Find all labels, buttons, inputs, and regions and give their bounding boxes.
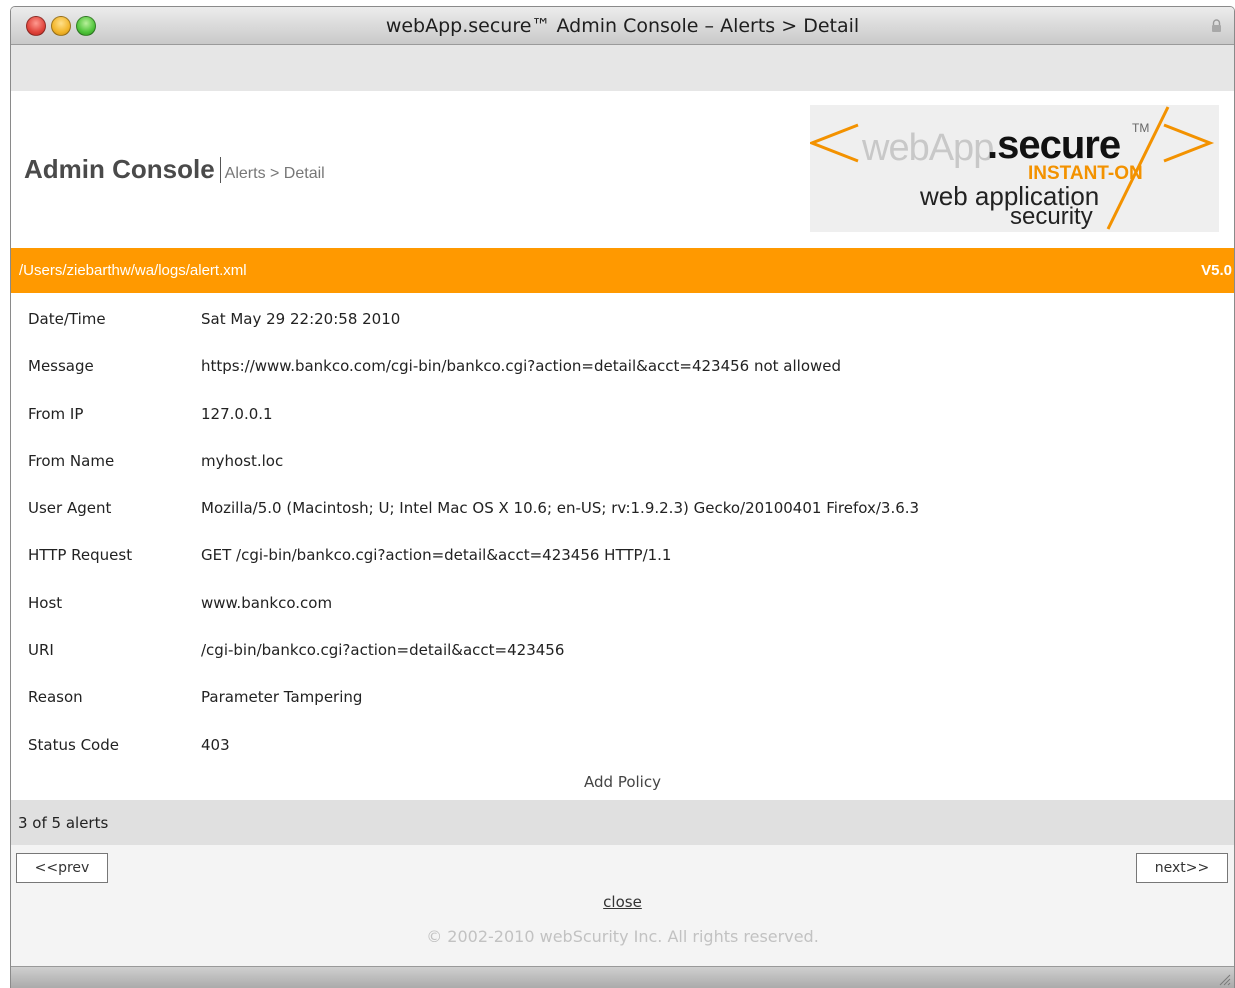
logo-tagline-2: security (1010, 203, 1093, 230)
detail-value: GET /cgi-bin/bankco.cgi?action=detail&ac… (201, 546, 672, 565)
detail-row: From IP 127.0.0.1 (11, 388, 1234, 435)
product-logo: webApp .secure TM INSTANT-ON web applica… (810, 105, 1219, 232)
prev-button[interactable]: <<prev (16, 853, 108, 883)
detail-value: Mozilla/5.0 (Macintosh; U; Intel Mac OS … (201, 499, 920, 518)
resize-grip-icon[interactable] (1217, 972, 1231, 986)
add-policy-link[interactable]: Add Policy (11, 773, 1234, 791)
next-button[interactable]: next>> (1136, 853, 1228, 883)
detail-value: /cgi-bin/bankco.cgi?action=detail&acct=4… (201, 641, 565, 660)
copyright-notice: © 2002-2010 webScurity Inc. All rights r… (426, 927, 819, 946)
close-link[interactable]: close (11, 893, 1234, 911)
detail-label: URI (28, 641, 54, 660)
detail-value: myhost.loc (201, 451, 284, 470)
detail-row: Date/Time Sat May 29 22:20:58 2010 (11, 293, 1234, 340)
detail-value: 403 (201, 735, 230, 754)
logo-trademark: TM (1132, 121, 1150, 135)
detail-row: HTTP Request GET /cgi-bin/bankco.cgi?act… (11, 529, 1234, 576)
breadcrumb: Alerts > Detail (224, 165, 325, 182)
detail-label: Date/Time (28, 310, 106, 328)
page-header: Admin Console Alerts > Detail webApp .sec… (11, 91, 1234, 248)
detail-row: Reason Parameter Tampering (11, 671, 1234, 718)
detail-label: From IP (28, 404, 84, 423)
detail-row: Message https://www.bankco.com/cgi-bin/b… (11, 340, 1234, 387)
brand-divider (219, 157, 221, 183)
detail-value: Sat May 29 22:20:58 2010 (201, 310, 401, 328)
lock-icon (1212, 19, 1221, 32)
page-title: Admin Console Alerts > Detail (24, 154, 325, 185)
detail-label: HTTP Request (28, 546, 133, 565)
logo-secure-text: .secure (987, 123, 1121, 167)
status-bar (11, 966, 1234, 988)
browser-window: webApp.secure™ Admin Console – Alerts > … (10, 6, 1235, 988)
detail-row: From Name myhost.loc (11, 435, 1234, 482)
toolbar-strip (11, 45, 1234, 91)
detail-value: https://www.bankco.com/cgi-bin/bankco.cg… (201, 357, 842, 376)
detail-label: Host (28, 593, 63, 612)
log-file-path: /Users/ziebarthw/wa/logs/alert.xml (19, 262, 247, 279)
alert-count-text: 3 of 5 alerts (18, 814, 109, 832)
detail-value: www.bankco.com (201, 593, 333, 612)
brand-label: Admin Console (24, 154, 215, 184)
window-title: webApp.secure™ Admin Console – Alerts > … (385, 15, 860, 37)
detail-label: From Name (28, 451, 115, 470)
navigation-area: <<prev next>> close © 2002-2010 webScuri… (11, 845, 1234, 966)
logo-web-text: webApp (862, 127, 994, 169)
detail-label: Status Code (28, 735, 119, 754)
version-label: V5.0 (1201, 262, 1232, 279)
detail-row: User Agent Mozilla/5.0 (Macintosh; U; In… (11, 482, 1234, 529)
detail-value: 127.0.0.1 (201, 404, 273, 423)
detail-row: URI /cgi-bin/bankco.cgi?action=detail&ac… (11, 624, 1234, 671)
file-path-bar: /Users/ziebarthw/wa/logs/alert.xml V5.0 (11, 248, 1234, 293)
title-bar[interactable]: webApp.secure™ Admin Console – Alerts > … (11, 7, 1234, 45)
detail-label: Message (28, 357, 94, 376)
detail-value: Parameter Tampering (201, 688, 363, 707)
detail-label: User Agent (28, 499, 112, 518)
alert-detail-table: Date/Time Sat May 29 22:20:58 2010 Messa… (11, 293, 1234, 766)
detail-row: Status Code 403 (11, 719, 1234, 766)
alert-count-bar: 3 of 5 alerts (11, 800, 1234, 845)
detail-row: Host www.bankco.com (11, 577, 1234, 624)
detail-label: Reason (28, 688, 83, 707)
